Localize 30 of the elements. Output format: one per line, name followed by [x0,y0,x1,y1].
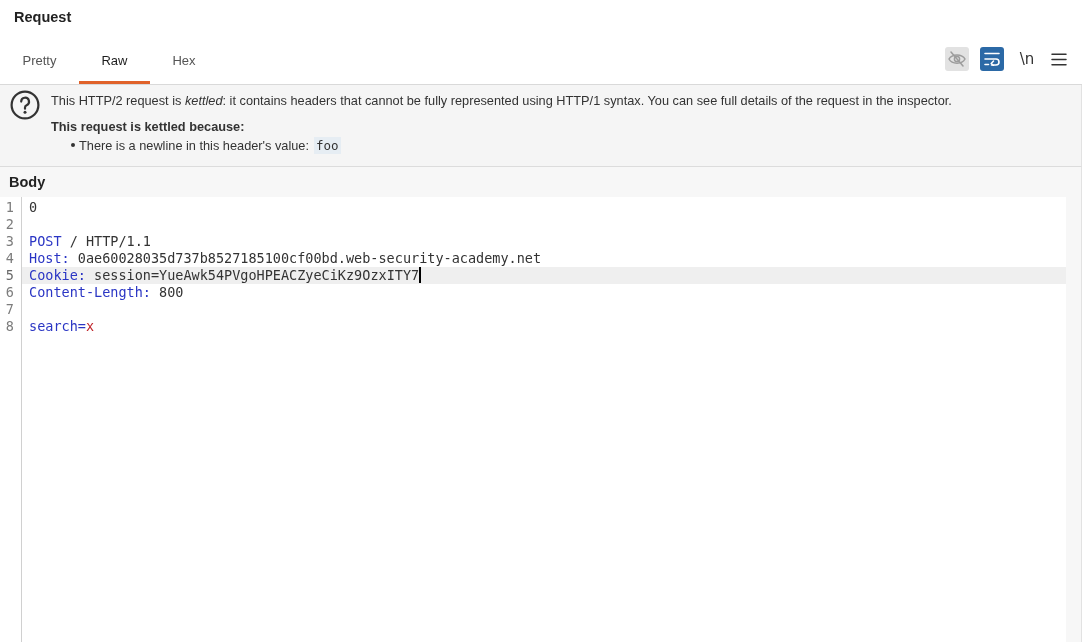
panel-title: Request [13,8,73,27]
eye-off-icon [948,51,966,67]
menu-icon [1051,52,1067,66]
section-title: Body [8,173,47,192]
help-icon [10,90,40,120]
wrap-toggle[interactable] [980,47,1004,71]
code-line: 0 [28,199,38,216]
line-number: 4 [4,250,15,267]
line-number: 7 [4,301,15,318]
line-number: 5 [4,267,15,284]
line-number: 1 [4,199,15,216]
code-line: Content-Length: 800 [28,284,184,301]
code-line: search=x [28,318,95,335]
code-line: Host: 0ae60028035d737b8527185100cf00bd.web-security-academy.net [28,250,542,267]
tab[interactable]: Pretty [0,34,79,84]
header-value: foo [313,136,341,154]
reason-text: There is a newline in this header's value: [79,136,309,154]
code-line: POST / HTTP/1.1 [28,233,151,250]
bullet-icon [71,143,75,147]
reason-heading: This request is kettled because: [51,118,245,135]
line-number: 3 [4,233,15,250]
tab[interactable]: Hex [150,34,219,84]
notice-message: This HTTP/2 request is kettled: it contains headers that cannot be fully represented using HTTP/1 syntax. You can see full details of the request in the inspector. [51,92,952,109]
code-editor[interactable]: 1 2 3 4 5 6 7 8 0 POST / HTTP/1.1 Host: 0ae60028035d737b8527185100cf00bd.web-security-academy.net Cookie: session=YueAwk54PVgoHPEACZyeCiKz9OzxITY7 Content-Length: 800 search=x [0,197,1066,642]
wrap-lines-icon [984,52,1000,66]
text-cursor [419,267,422,283]
line-number: 2 [4,216,15,233]
line-number: 6 [4,284,15,301]
newline-toggle[interactable]: \n [1015,47,1039,71]
line-number: 8 [4,318,15,335]
